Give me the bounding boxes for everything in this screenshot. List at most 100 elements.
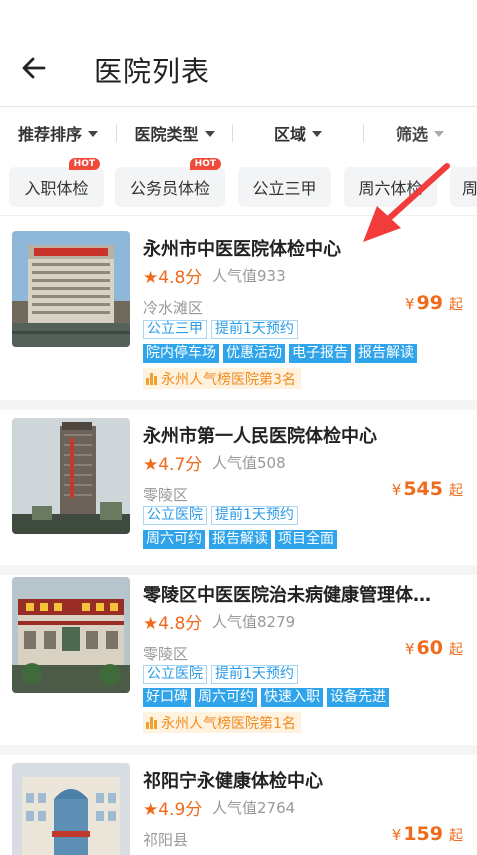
filter-screen[interactable]: 筛选	[364, 107, 476, 159]
chip: 报告解读	[209, 530, 271, 549]
hospital-photo	[12, 418, 130, 534]
hospital-card[interactable]: 永州市中医医院体检中心 ★4.8分 人气值933 冷水滩区 ¥99 起 公立三甲 …	[0, 216, 477, 400]
hospital-popularity: 人气值508	[212, 454, 286, 472]
hospital-rating: ★4.8分	[143, 268, 203, 288]
chip: 好口碑	[143, 688, 191, 707]
tag-label: 公务员体检	[129, 179, 210, 198]
hospital-price: ¥159 起	[392, 823, 463, 845]
feature-chips: 公立三甲 提前1天预约	[143, 320, 298, 339]
tag-label: 入职体检	[24, 179, 89, 198]
hospital-list-page: 医院列表 推荐排序 医院类型 区域 筛选 入职体检 HOT 公务员体检 HOT …	[0, 0, 477, 855]
hospital-name[interactable]: 永州市中医医院体检中心	[143, 235, 463, 261]
card-divider	[0, 400, 477, 410]
hospital-name[interactable]: 祁阳宁永健康体检中心	[143, 767, 463, 793]
currency-symbol: ¥	[391, 481, 402, 499]
hospital-district: 祁阳县	[143, 831, 189, 849]
tag-public-grade-a[interactable]: 公立三甲	[238, 167, 331, 207]
page-title: 医院列表	[94, 55, 211, 88]
chevron-down-icon	[204, 131, 215, 137]
hospital-rating: ★4.7分	[143, 455, 203, 475]
chip: 优惠活动	[223, 344, 285, 363]
chip: 提前1天预约	[211, 506, 298, 525]
back-arrow-icon[interactable]	[18, 52, 50, 84]
hospital-popularity: 人气值2764	[212, 799, 296, 817]
hospital-price: ¥99 起	[405, 292, 463, 314]
hospital-price: ¥545 起	[392, 478, 463, 500]
chip: 电子报告	[289, 344, 351, 363]
price-value: 60	[416, 637, 443, 659]
filter-region[interactable]: 区域	[233, 107, 363, 159]
hospital-popularity: 人气值933	[212, 267, 286, 285]
filter-hospital-type-label: 医院类型	[134, 125, 199, 144]
filter-region-label: 区域	[273, 125, 306, 144]
chip: 设备先进	[327, 688, 389, 707]
chip: 院内停车场	[143, 344, 219, 363]
ranking-bars-icon	[146, 372, 157, 385]
hospital-rating: ★4.9分	[143, 800, 203, 820]
price-suffix: 起	[449, 297, 463, 313]
price-suffix: 起	[449, 642, 463, 658]
hospital-district: 零陵区	[143, 645, 189, 663]
service-chips: 好口碑 周六可约 快速入职 设备先进	[143, 688, 389, 707]
chevron-down-icon	[88, 131, 98, 137]
hospital-popularity: 人气值8279	[212, 613, 296, 631]
ranking-bars-icon	[146, 716, 157, 729]
tag-saturday-checkup[interactable]: 周六体检	[344, 167, 437, 207]
price-suffix: 起	[449, 828, 463, 844]
service-chips: 周六可约 报告解读 项目全面	[143, 530, 337, 549]
tag-label: 周六体检	[358, 179, 423, 198]
service-chips: 院内停车场 优惠活动 电子报告 报告解读	[143, 344, 417, 363]
quick-tags: 入职体检 HOT 公务员体检 HOT 公立三甲 周六体检 周	[0, 158, 477, 211]
ranking-badge: 永州人气榜医院第3名	[143, 368, 301, 389]
filter-hospital-type[interactable]: 医院类型	[117, 107, 232, 159]
hospital-card[interactable]: 永州市第一人民医院体检中心 ★4.7分 人气值508 零陵区 ¥545 起 公立医…	[0, 410, 477, 565]
hospital-rating: ★4.8分	[143, 614, 203, 634]
tag-onboarding-checkup[interactable]: 入职体检 HOT	[9, 158, 104, 207]
price-value: 159	[403, 823, 443, 845]
app-header: 医院列表	[0, 0, 477, 106]
chip: 公立医院	[143, 665, 207, 684]
currency-symbol: ¥	[405, 640, 415, 658]
hospital-district: 零陵区	[143, 486, 189, 504]
feature-chips: 公立医院 提前1天预约	[143, 665, 298, 684]
tag-label: 周	[462, 179, 477, 198]
chip: 提前1天预约	[211, 665, 298, 684]
tag-label: 公立三甲	[252, 179, 317, 198]
hospital-price: ¥60 起	[405, 637, 463, 659]
tag-civil-servant-checkup[interactable]: 公务员体检 HOT	[115, 158, 225, 207]
hospital-name[interactable]: 零陵区中医医院治未病健康管理体…	[143, 581, 463, 607]
chip: 周六可约	[195, 688, 257, 707]
chip: 公立三甲	[143, 320, 207, 339]
price-value: 545	[403, 478, 443, 500]
card-divider	[0, 745, 477, 755]
chip: 公立医院	[143, 506, 207, 525]
card-divider	[0, 565, 477, 575]
hot-badge: HOT	[68, 158, 100, 170]
hospital-photo	[12, 577, 130, 693]
chip: 周六可约	[143, 530, 205, 549]
currency-symbol: ¥	[405, 295, 415, 313]
price-value: 99	[416, 292, 443, 314]
hospital-district: 冷水滩区	[143, 299, 204, 317]
filter-sort[interactable]: 推荐排序	[0, 107, 116, 159]
chevron-down-icon	[312, 131, 322, 137]
chevron-down-icon	[434, 131, 444, 137]
hot-badge: HOT	[189, 158, 221, 170]
chip: 报告解读	[355, 344, 417, 363]
hospital-photo	[12, 231, 130, 347]
filter-sort-label: 推荐排序	[17, 125, 82, 144]
ranking-badge: 永州人气榜医院第1名	[143, 712, 301, 733]
hospital-card[interactable]: 祁阳宁永健康体检中心 ★4.9分 人气值2764 祁阳县 ¥159 起	[0, 755, 477, 855]
hospital-card[interactable]: 零陵区中医医院治未病健康管理体… ★4.8分 人气值8279 零陵区 ¥60 起 …	[0, 575, 477, 745]
filter-bar: 推荐排序 医院类型 区域 筛选	[0, 107, 477, 159]
feature-chips: 公立医院 提前1天预约	[143, 506, 298, 525]
chip: 提前1天预约	[211, 320, 298, 339]
price-suffix: 起	[449, 483, 463, 499]
tag-partial[interactable]: 周	[450, 167, 477, 207]
hospital-photo	[12, 763, 130, 855]
ranking-text: 永州人气榜医院第3名	[161, 371, 296, 388]
ranking-text: 永州人气榜医院第1名	[161, 715, 296, 732]
chip: 项目全面	[275, 530, 337, 549]
hospital-name[interactable]: 永州市第一人民医院体检中心	[143, 422, 463, 448]
chip: 快速入职	[261, 688, 323, 707]
